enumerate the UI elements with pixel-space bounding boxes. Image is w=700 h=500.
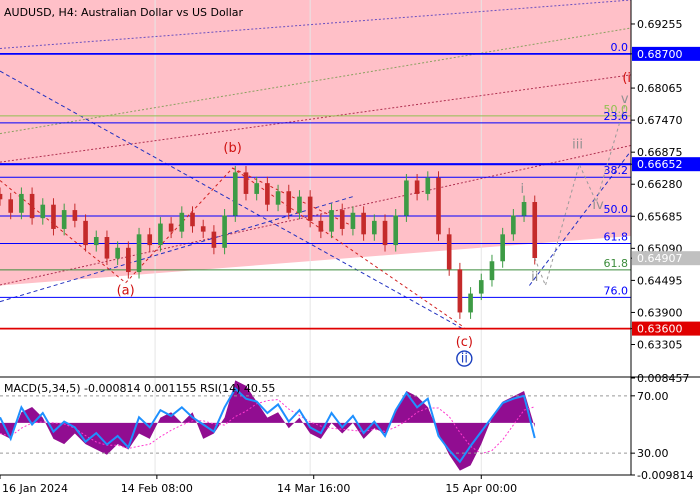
candle-body	[511, 215, 516, 235]
main-plot-area: 0.050.023.638.250.061.861.876.0(a)(b)(c)…	[0, 0, 636, 376]
candle-body	[446, 234, 452, 270]
price-highlight-label: 0.63600	[637, 323, 683, 336]
price-tick-label: 0.68065	[637, 82, 683, 95]
candle-body	[126, 247, 131, 273]
candle-body	[72, 210, 78, 221]
price-tick-label: 0.63900	[637, 306, 683, 319]
candle-body	[265, 183, 270, 205]
sub-tick-label: 0.008457	[637, 372, 690, 385]
candle-body	[115, 247, 120, 259]
candle-body	[532, 202, 538, 259]
wave-label: (b)	[223, 141, 241, 156]
price-highlight-label: 0.64907	[637, 252, 683, 265]
macd-rsi-label: MACD(5,34,5) -0.000814 0.001155 RSI(14) …	[4, 382, 275, 395]
candle-body	[8, 199, 14, 213]
candle-body	[40, 204, 46, 219]
candle-body	[382, 220, 388, 246]
time-tick-label: 14 Mar 16:00	[277, 482, 350, 495]
sub-tick-label: -0.009814	[637, 469, 693, 482]
wave-label: v	[621, 92, 629, 107]
candle-body	[361, 212, 366, 235]
candle-body	[329, 210, 334, 232]
candle-body	[425, 177, 431, 194]
candle-body	[404, 180, 409, 216]
candle-body	[222, 215, 227, 248]
sub-tick-label: 70.00	[637, 390, 669, 403]
candle-body	[147, 234, 153, 246]
price-tick-label: 0.67470	[637, 114, 683, 127]
candle-body	[29, 193, 35, 219]
candle-body	[457, 269, 463, 313]
main-price-panel: 0.050.023.638.250.061.861.876.0(a)(b)(c)…	[0, 0, 636, 376]
candle-body	[200, 226, 206, 232]
candle-body	[297, 196, 302, 213]
candle-body	[158, 223, 163, 246]
price-tick-label: 0.66280	[637, 178, 683, 191]
price-tick-label: 0.65685	[637, 210, 683, 223]
wave-label: iii	[572, 138, 583, 153]
sub-tick-label: 30.00	[637, 447, 669, 460]
fib-level-label: 61.8	[604, 230, 629, 243]
candle-body	[275, 191, 281, 205]
price-tick-label: 0.63305	[637, 338, 683, 351]
fib-level-label: 23.6	[604, 110, 629, 123]
candle-body	[179, 212, 185, 232]
wave-label: ii	[531, 270, 538, 285]
time-tick-label: 16 Jan 2024	[2, 482, 68, 495]
candle-body	[136, 234, 142, 273]
chart: 0.050.023.638.250.061.861.876.0(a)(b)(c)…	[0, 0, 700, 495]
candle-body	[339, 210, 345, 229]
wave-label: (i)	[622, 71, 636, 86]
price-tick-label: 0.64495	[637, 274, 683, 287]
candle-body	[468, 293, 473, 313]
candle-body	[83, 220, 88, 246]
candle-body	[307, 196, 313, 221]
candle-body	[414, 180, 420, 194]
candle-body	[243, 172, 249, 194]
candle-body	[51, 204, 56, 229]
time-tick-label: 15 Apr 00:00	[445, 482, 517, 495]
price-tick-label: 0.69255	[637, 18, 683, 31]
wave-label: i	[520, 182, 524, 197]
wave-label: (c)	[456, 335, 473, 350]
candle-body	[19, 193, 24, 213]
candle-body	[104, 237, 110, 259]
candle-body	[211, 231, 217, 248]
chart-title: AUDUSD, H4: Australian Dollar vs US Doll…	[4, 6, 244, 19]
wave-label: (a)	[117, 284, 135, 299]
fib-level-label: 61.8	[604, 257, 629, 270]
candle-body	[61, 210, 67, 229]
fib-level-label: 50.0	[604, 203, 629, 216]
fib-level-label: 76.0	[604, 284, 629, 297]
candle-body	[393, 215, 399, 246]
candle-body	[521, 202, 527, 216]
candle-body	[93, 237, 99, 246]
candle-body	[372, 220, 377, 235]
time-tick-label: 14 Feb 08:00	[121, 482, 193, 495]
wave-label: iv	[592, 198, 604, 213]
candle-body	[489, 261, 495, 281]
candle-body	[286, 191, 292, 213]
candle-body	[318, 220, 324, 232]
candle-body	[500, 234, 505, 262]
candle-body	[232, 172, 238, 216]
wave-label: ii	[461, 352, 468, 367]
fib-level-label: 0.0	[611, 41, 629, 54]
candle-body	[350, 212, 356, 229]
macd-rsi-panel: MACD(5,34,5) -0.000814 0.001155 RSI(14) …	[0, 378, 631, 475]
price-highlight-label: 0.66652	[637, 158, 683, 171]
candle-body	[190, 212, 195, 227]
candle-body	[168, 223, 174, 232]
candle-body	[478, 280, 484, 294]
candle-body	[0, 193, 3, 200]
price-highlight-label: 0.68700	[637, 48, 683, 61]
candle-body	[436, 177, 441, 235]
candle-body	[254, 183, 259, 194]
